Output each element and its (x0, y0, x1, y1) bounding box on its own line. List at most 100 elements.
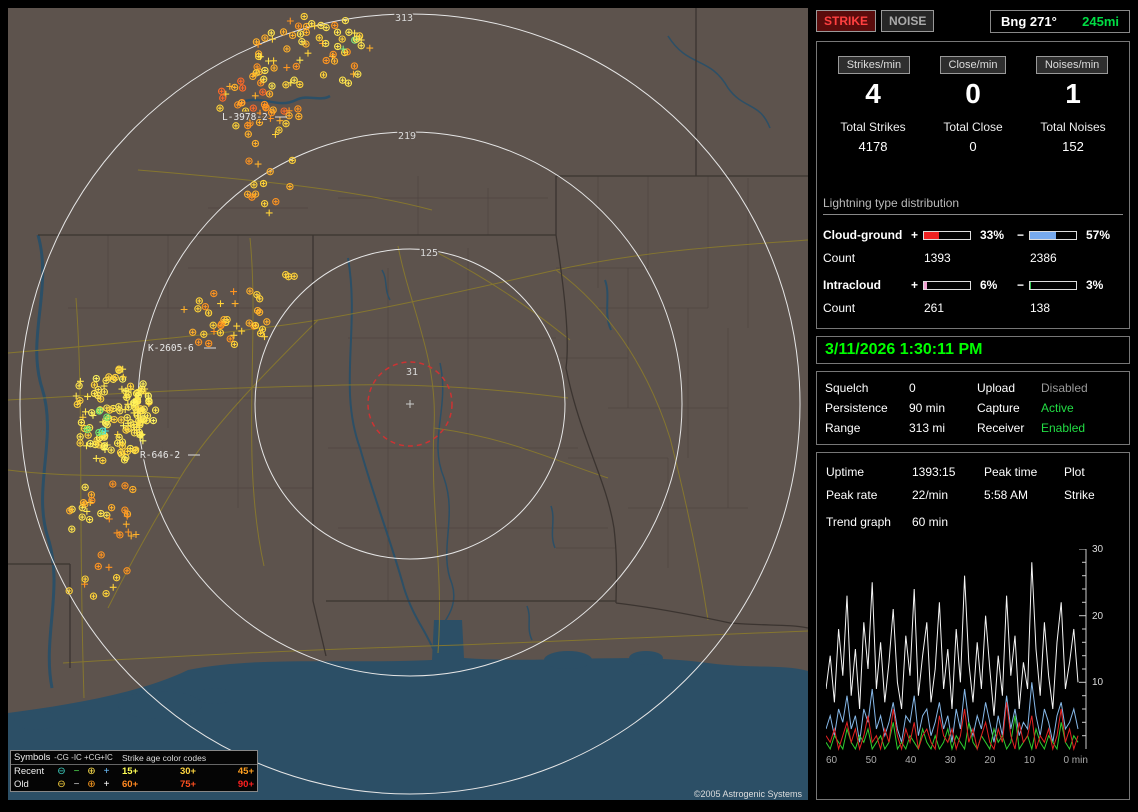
statistics-panel: Strikes/min Close/min Noises/min 4 0 1 T… (816, 41, 1130, 329)
total-noises-label: Total Noises (1023, 120, 1123, 134)
cg-plus-bar (923, 231, 971, 240)
lightning-map[interactable]: 313 219 125 31 L-3978-2 K-2605-6 R-646-2… (8, 8, 808, 800)
session-stats: Uptime 1393:15 Peak time Plot Peak rate … (826, 465, 1120, 502)
trend-series-ic-rate (826, 716, 1078, 749)
trend-graph: 30 20 10 60 50 40 30 20 10 0 min (826, 549, 1122, 766)
distribution-title: Lightning type distribution (823, 196, 1123, 215)
capture-value: Active (1041, 401, 1121, 415)
ic-plus-bar (923, 281, 971, 290)
cloud-ground-row: Cloud-ground + 33% − 57% (823, 228, 1123, 242)
total-labels: Total Strikes Total Close Total Noises (823, 120, 1123, 134)
uptime-value: 1393:15 (912, 465, 984, 479)
peak-time-label: Peak time (984, 465, 1064, 479)
squelch-value: 0 (909, 381, 977, 395)
noises-per-min-chip[interactable]: Noises/min (1036, 56, 1108, 74)
cg-plus-count: 1393 (911, 251, 1017, 265)
ic-minus-count: 138 (1017, 301, 1123, 315)
upload-value: Disabled (1041, 381, 1121, 395)
plot-label: Plot (1064, 465, 1120, 479)
count-label: Count (823, 301, 911, 315)
upload-label: Upload (977, 381, 1041, 395)
persistence-label: Persistence (825, 401, 909, 415)
legend-type-header: -IC (69, 753, 84, 763)
trend-plot-canvas (826, 549, 1088, 751)
storm-cell-label: K-2605-6 (148, 343, 194, 354)
strikes-per-min-value: 4 (823, 78, 923, 110)
cg-plus-pct: 33% (975, 228, 1017, 242)
neg-cg-icon: ⊖ (54, 780, 69, 790)
age-code: 60+ (122, 779, 138, 790)
close-per-min-chip[interactable]: Close/min (940, 56, 1007, 74)
copyright-text: ©2005 Astrogenic Systems (694, 789, 802, 799)
legend-type-header: -CG (54, 753, 69, 763)
trend-setting: Trend graph 60 min (826, 515, 1120, 529)
settings-panel: Squelch 0 Upload Disabled Persistence 90… (816, 371, 1130, 445)
x-axis-tick-label: 30 (945, 755, 956, 766)
ic-plus-pct: 6% (975, 278, 1017, 292)
map-canvas[interactable]: 313 219 125 31 L-3978-2 K-2605-6 R-646-2 (8, 8, 808, 800)
plus-sign: + (911, 228, 923, 242)
receiver-label: Receiver (977, 421, 1041, 435)
squelch-label: Squelch (825, 381, 909, 395)
legend-old-row: Old ⊖ − ⊕ + 60+ 75+ 90+ (11, 778, 257, 791)
strike-mode-button[interactable]: STRIKE (816, 10, 876, 32)
neg-ic-icon: − (69, 767, 84, 777)
ic-plus-bar-fill (924, 282, 927, 289)
ic-plus-count: 261 (911, 301, 1017, 315)
strikes-per-min-chip[interactable]: Strikes/min (838, 56, 910, 74)
age-code: 45+ (238, 766, 254, 777)
range-value: 313 mi (909, 421, 977, 435)
bearing-readout: Bng 271° 245mi (990, 10, 1130, 33)
peak-rate-label: Peak rate (826, 488, 912, 502)
close-per-min-value: 0 (923, 78, 1023, 110)
pos-ic-icon: + (99, 780, 114, 790)
x-axis-tick-label: 10 (1024, 755, 1035, 766)
neg-cg-icon: ⊖ (54, 767, 69, 777)
trend-graph-value: 60 min (912, 515, 948, 529)
plot-value: Strike (1064, 488, 1120, 502)
range-ring-label: 219 (398, 131, 416, 142)
legend-row-label: Recent (14, 766, 54, 777)
y-axis-tick-label: 30 (1092, 544, 1103, 555)
age-code: 30+ (180, 766, 196, 777)
intracloud-count-row: Count 261 138 (823, 301, 1123, 315)
peak-rate-value: 22/min (912, 488, 984, 502)
strike-legend: Symbols -CG -IC +CG +IC Strike age color… (10, 750, 258, 792)
cg-minus-bar (1029, 231, 1077, 240)
y-axis-tick-label: 10 (1092, 677, 1103, 688)
peak-time-value: 5:58 AM (984, 488, 1064, 502)
legend-type-header: +IC (99, 753, 114, 763)
range-ring-label: 313 (395, 13, 413, 24)
x-axis-tick-label: 0 min (1063, 755, 1087, 766)
cg-minus-pct: 57% (1081, 228, 1123, 242)
pos-ic-icon: + (99, 767, 114, 777)
sidebar: STRIKE NOISE Bng 271° 245mi Strikes/min … (816, 8, 1130, 804)
legend-age-header: Strike age color codes (114, 753, 254, 763)
plus-sign: + (911, 278, 923, 292)
storm-cell-label: R-646-2 (140, 450, 180, 461)
receiver-value: Enabled (1041, 421, 1121, 435)
neg-ic-icon: − (69, 780, 84, 790)
trend-graph-label: Trend graph (826, 515, 912, 529)
ic-minus-bar (1029, 281, 1077, 290)
total-strikes-label: Total Strikes (823, 120, 923, 134)
rate-values: 4 0 1 (823, 78, 1123, 110)
total-noises-value: 152 (1023, 139, 1123, 154)
bearing-label: Bng 271° (1001, 14, 1057, 29)
intracloud-row: Intracloud + 6% − 3% (823, 278, 1123, 292)
minus-sign: − (1017, 228, 1029, 242)
persistence-value: 90 min (909, 401, 977, 415)
bearing-range: 245mi (1082, 14, 1119, 29)
legend-row-label: Old (14, 779, 54, 790)
legend-type-header: +CG (84, 753, 99, 763)
noise-mode-button[interactable]: NOISE (881, 10, 934, 32)
range-label: Range (825, 421, 909, 435)
age-code: 15+ (122, 766, 138, 777)
datetime-panel: 3/11/2026 1:30:11 PM (816, 336, 1130, 364)
total-values: 4178 0 152 (823, 139, 1123, 154)
capture-label: Capture (977, 401, 1041, 415)
mode-toolbar: STRIKE NOISE Bng 271° 245mi (816, 8, 1130, 34)
x-axis-tick-label: 40 (905, 755, 916, 766)
total-close-label: Total Close (923, 120, 1023, 134)
noises-per-min-value: 1 (1023, 78, 1123, 110)
